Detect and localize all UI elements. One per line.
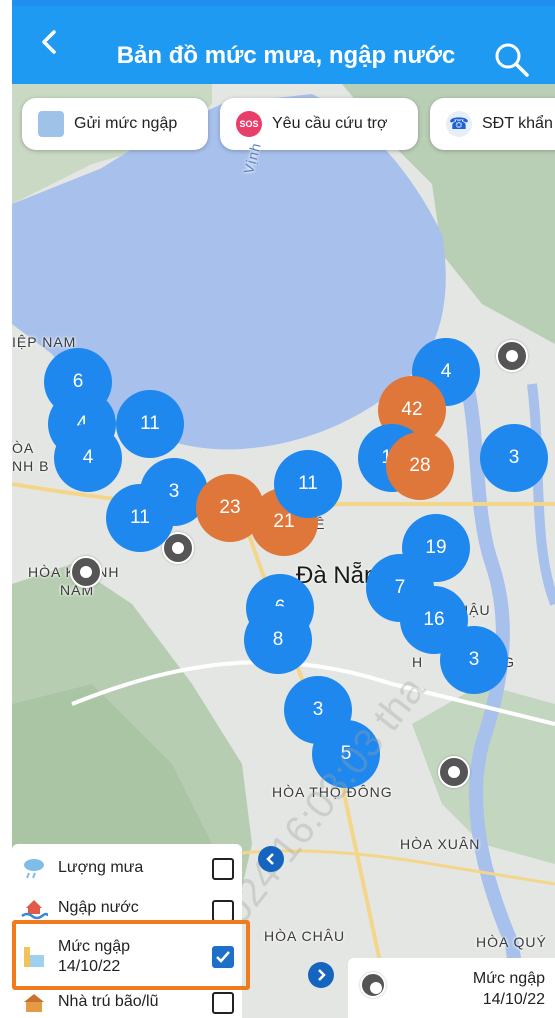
flood-cluster-marker[interactable]: 11 <box>116 390 184 458</box>
selected-layer-card[interactable]: Mức ngập 14/10/22 <box>348 958 555 1018</box>
flood-cluster-marker[interactable]: 11 <box>106 484 174 552</box>
expand-panel-button[interactable] <box>308 962 334 988</box>
legend-item-rainfall[interactable]: Lượng mưa <box>12 848 242 888</box>
flood-cluster-marker[interactable]: 3 <box>480 424 548 492</box>
place-label: HÒA QUÝ <box>476 934 547 950</box>
card-line2: 14/10/22 <box>482 991 545 1008</box>
app-header: Bản đồ mức mưa, ngập nước <box>12 6 555 84</box>
selected-layer-label: Mức ngập 14/10/22 <box>473 968 545 1010</box>
place-label: HÒA XUÂN <box>400 836 481 852</box>
shelter-checkbox[interactable] <box>212 992 234 1014</box>
flood-water-icon <box>21 900 48 920</box>
place-label: IỆP NAM <box>12 334 77 350</box>
chevron-right-icon <box>318 969 326 981</box>
chip-label: Gửi mức ngập <box>74 115 178 132</box>
back-button[interactable] <box>30 26 66 62</box>
emergency-phone-button[interactable]: ☎ SĐT khẩn <box>430 98 555 150</box>
page-title: Bản đồ mức mưa, ngập nước <box>116 42 456 69</box>
sos-icon: SOS <box>236 111 262 137</box>
location-pin-icon <box>360 972 386 998</box>
card-line1: Mức ngập <box>472 970 545 987</box>
chevron-left-icon <box>266 853 274 865</box>
flood-cluster-marker[interactable]: 8 <box>244 606 312 674</box>
send-flood-level-button[interactable]: Gửi mức ngập <box>22 98 208 150</box>
shelter-icon <box>24 994 44 1012</box>
rainfall-checkbox[interactable] <box>212 858 234 880</box>
shelter-pin-icon[interactable] <box>496 340 528 372</box>
place-label: HÒA CHÂU <box>264 928 346 944</box>
flood-cluster-marker[interactable]: 28 <box>386 432 454 500</box>
collapse-panel-button[interactable] <box>258 846 284 872</box>
flood-level-icon <box>38 111 64 137</box>
rain-cloud-icon <box>24 859 44 879</box>
chip-label: SĐT khẩn <box>482 115 553 132</box>
shelter-pin-icon[interactable] <box>438 756 470 788</box>
flood-cluster-marker[interactable]: 4 <box>54 424 122 492</box>
flood-cluster-marker[interactable]: 3 <box>440 626 508 694</box>
phone-icon: ☎ <box>446 111 472 137</box>
flood-cluster-marker[interactable]: 11 <box>274 450 342 518</box>
chip-label: Yêu cầu cứu trợ <box>272 115 388 132</box>
selected-layer-highlight <box>12 920 250 990</box>
place-label: ÒA <box>12 440 35 456</box>
app-screen: Bản đồ mức mưa, ngập nước Gửi mức ngập S… <box>12 0 555 1018</box>
place-label: NH B <box>12 458 50 474</box>
shelter-pin-icon[interactable] <box>70 556 102 588</box>
flood-water-checkbox[interactable] <box>212 900 234 922</box>
search-icon[interactable] <box>492 40 532 80</box>
place-label: H <box>412 654 424 670</box>
